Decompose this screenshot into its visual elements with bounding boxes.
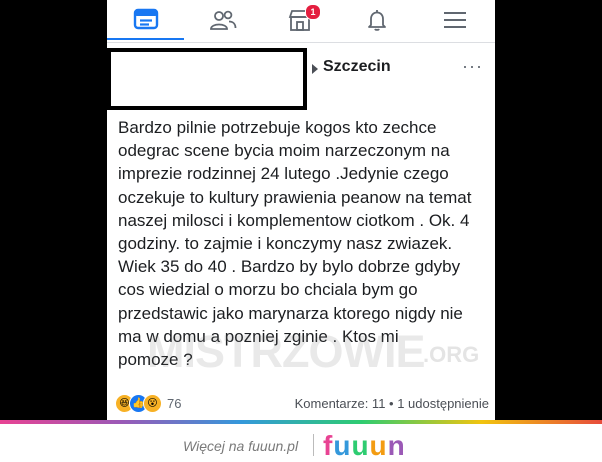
notification-badge: 1 [305,4,321,20]
post-location[interactable]: Szczecin [323,58,391,76]
logo-letter: n [387,430,406,461]
chevron-right-icon [312,64,318,74]
post-line: oczekuje to kultury prawienia peanow na … [118,187,472,207]
comments-shares-link[interactable]: Komentarze: 11 • 1 udostępnienie [295,396,489,411]
menu-icon [444,12,466,28]
fuuun-logo[interactable]: fuuun [323,430,406,462]
tab-friends[interactable] [184,0,261,40]
logo-letter: u [369,430,388,461]
more-options-button[interactable]: ··· [462,56,483,77]
logo-letter: f [323,430,334,461]
phone-screen: 1 Szczecin ··· Bardzo pilnie potrzebuje … [107,0,495,420]
tab-marketplace[interactable]: 1 [261,0,338,40]
site-footer: Więcej na fuuun.pl fuuun [0,420,602,462]
post-line: naszej milosci i komplementow ciotkom . … [118,210,470,230]
tab-notifications[interactable] [338,0,415,40]
tab-menu[interactable] [415,0,495,40]
color-stripe [0,420,602,424]
top-nav-bar: 1 [107,0,495,43]
footer-link[interactable]: Więcej na fuuun.pl [183,438,298,454]
tab-feed[interactable] [107,0,184,40]
post-line: odegrac scene bycia moim narzeczonym na [118,141,450,161]
post-line: Wiek 35 do 40 . Bardzo by bylo dobrze gd… [118,257,461,277]
censored-author-box [107,48,307,110]
friends-icon [209,10,236,30]
watermark: MISTRZOWIE [147,326,425,377]
post-line: cos wiedzial o morzu bo chciala bym go [118,280,418,300]
post-line: przedstawic jako marynarza ktorego nigdy… [118,303,463,323]
wow-reaction-icon: 😮 [143,393,162,413]
reaction-count: 76 [167,395,182,411]
logo-letter: u [351,430,370,461]
reactions-summary[interactable]: 😆 👍 😮 76 [115,393,181,413]
post-line: Bardzo pilnie potrzebuje kogos kto zechc… [118,118,437,137]
watermark-suffix: .ORG [423,342,480,367]
post-line: imprezie rodzinnej 24 lutego .Jedynie cz… [118,164,449,184]
feed-icon [133,8,158,30]
logo-letter: u [333,430,352,461]
bell-icon [367,10,386,31]
post-line: godziny. to zajmie i konczymy nasz zwiaz… [118,234,453,254]
footer-divider [313,434,314,456]
